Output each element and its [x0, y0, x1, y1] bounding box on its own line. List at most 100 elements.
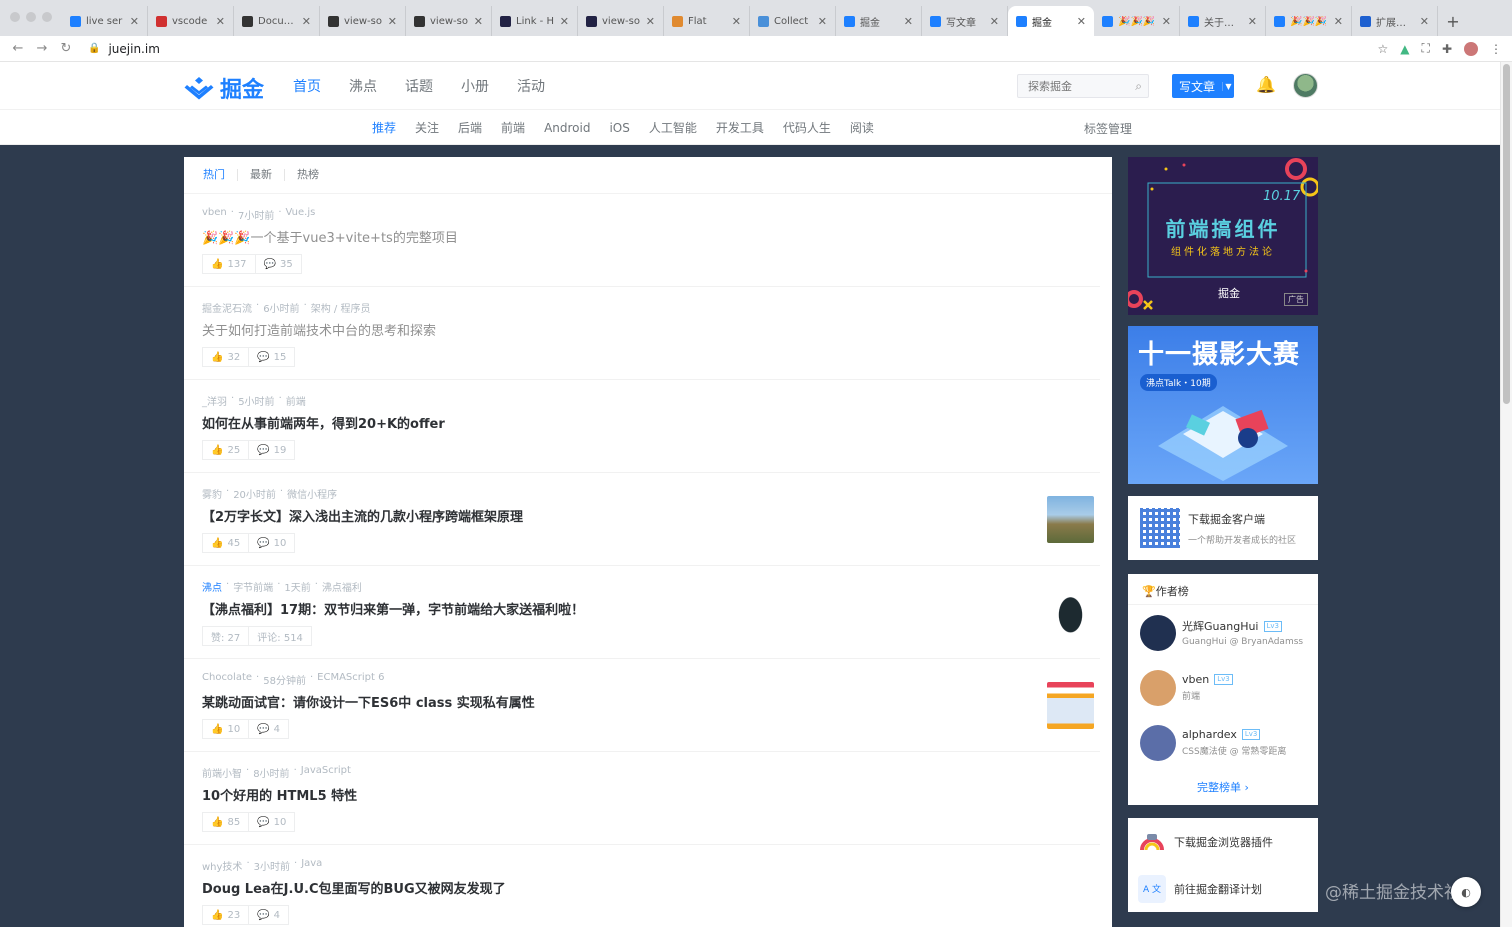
like-button[interactable]: 👍 85: [202, 812, 250, 832]
article-item[interactable]: 前端小智 · 8小时前 · JavaScript 10个好用的 HTML5 特性 👍 85 💬 1…: [184, 752, 1100, 845]
comment-button[interactable]: 💬 4: [249, 719, 290, 739]
article-author[interactable]: 前端小智: [202, 765, 242, 780]
full-ranking-link[interactable]: 完整榜单 ›: [1128, 779, 1318, 795]
floating-action-button[interactable]: ◐: [1451, 877, 1481, 907]
author-name[interactable]: 光辉GuangHui Lv3: [1182, 618, 1303, 634]
category-item[interactable]: 人工智能: [649, 119, 697, 136]
browser-tab[interactable]: 🎉🎉🎉 ✕: [1094, 6, 1180, 36]
article-author[interactable]: why技术: [202, 858, 242, 873]
url-input[interactable]: 🔒 juejin.im: [88, 39, 1328, 59]
article-tags[interactable]: 沸点福利: [322, 579, 362, 594]
comment-button[interactable]: 💬 15: [249, 347, 296, 367]
like-button[interactable]: 👍 10: [202, 719, 250, 739]
search-icon[interactable]: ⌕: [1135, 79, 1142, 94]
article-title[interactable]: 某跳动面试官：请你设计一下ES6中 class 实现私有属性: [202, 692, 1100, 711]
tag-manage-link[interactable]: 标签管理: [1084, 120, 1132, 137]
window-controls[interactable]: [10, 12, 52, 22]
category-item[interactable]: 前端: [501, 119, 525, 136]
article-author[interactable]: 沸点: [202, 579, 222, 594]
article-author[interactable]: Chocolate: [202, 672, 252, 687]
new-tab-button[interactable]: +: [1438, 6, 1468, 36]
tab-close-icon[interactable]: ✕: [560, 15, 569, 28]
browser-tab[interactable]: view-so ✕: [320, 6, 406, 36]
article-tags[interactable]: Vue.js: [286, 207, 316, 222]
page-scrollbar[interactable]: [1500, 62, 1512, 927]
browser-tab[interactable]: 掘金 ✕: [836, 6, 922, 36]
browser-tab[interactable]: Flat ✕: [664, 6, 750, 36]
author-avatar[interactable]: [1140, 724, 1176, 761]
reload-icon[interactable]: ↻: [54, 41, 78, 56]
main-nav-item[interactable]: 小册: [461, 76, 489, 96]
article-item[interactable]: _洋羽 · 5小时前 · 前端 如何在从事前端两年，得到20+K的offer 👍 25 💬 19: [184, 380, 1100, 473]
feed-sort-tab[interactable]: 热榜: [285, 169, 331, 181]
article-author[interactable]: 掘金泥石流: [202, 300, 252, 315]
tab-close-icon[interactable]: ✕: [1334, 15, 1343, 28]
article-author[interactable]: vben: [202, 207, 227, 222]
article-tags[interactable]: ECMAScript 6: [317, 672, 384, 687]
article-thumbnail[interactable]: [1047, 496, 1094, 543]
author-avatar[interactable]: [1140, 614, 1176, 651]
article-tags[interactable]: Java: [301, 858, 322, 873]
main-nav-item[interactable]: 活动: [517, 76, 545, 96]
ad-banner-frontend-components[interactable]: 10.17 前端搞组件 组件化落地方法论 掘金 广告: [1128, 157, 1318, 315]
category-item[interactable]: iOS: [609, 121, 629, 135]
author-item[interactable]: 光辉GuangHui Lv3 GuangHui @ BryanAdamss: [1128, 605, 1318, 660]
browser-extension-link[interactable]: 下载掘金浏览器插件: [1128, 818, 1318, 865]
article-title[interactable]: Doug Lea在J.U.C包里面写的BUG又被网友发现了: [202, 878, 1100, 897]
browser-tab[interactable]: 写文章 ✕: [922, 6, 1008, 36]
menu-dots-icon[interactable]: ⋮: [1490, 42, 1502, 56]
browser-tab[interactable]: view-so ✕: [578, 6, 664, 36]
extensions-puzzle-icon[interactable]: ✚: [1442, 42, 1452, 56]
browser-tab[interactable]: vscode ✕: [148, 6, 234, 36]
main-nav-item[interactable]: 沸点: [349, 76, 377, 96]
profile-avatar[interactable]: [1464, 41, 1478, 56]
article-item[interactable]: 沸点 · 字节前端 · 1天前 · 沸点福利 【沸点福利】17期：双节归来第一弹，字节前端给大…: [184, 566, 1100, 659]
category-item[interactable]: 后端: [458, 119, 482, 136]
author-item[interactable]: vben Lv3 前端: [1128, 660, 1318, 715]
browser-tab[interactable]: view-so ✕: [406, 6, 492, 36]
vue-devtools-icon[interactable]: ▲: [1400, 42, 1409, 56]
search-input[interactable]: [1028, 79, 1128, 93]
forward-icon[interactable]: →: [30, 41, 54, 56]
screenshot-icon[interactable]: ⛶: [1422, 41, 1430, 56]
article-tags[interactable]: JavaScript: [301, 765, 351, 780]
category-item[interactable]: 开发工具: [716, 119, 764, 136]
feed-sort-tab[interactable]: 最新: [238, 169, 285, 181]
translation-plan-link[interactable]: A 文 前往掘金翻译计划: [1128, 865, 1318, 912]
juejin-logo[interactable]: 掘金: [184, 72, 264, 104]
category-item[interactable]: Android: [544, 121, 590, 135]
comment-button[interactable]: 💬 35: [255, 254, 302, 274]
browser-tab[interactable]: Docume ✕: [234, 6, 320, 36]
author-item[interactable]: alphardex Lv3 CSS魔法使 @ 常熟零距离: [1128, 715, 1318, 770]
article-author[interactable]: _洋羽: [202, 393, 227, 408]
back-icon[interactable]: ←: [6, 41, 30, 56]
article-tags[interactable]: 前端: [286, 393, 306, 408]
tab-close-icon[interactable]: ✕: [1248, 15, 1257, 28]
tab-close-icon[interactable]: ✕: [1162, 15, 1171, 28]
like-button[interactable]: 👍 32: [202, 347, 250, 367]
article-item[interactable]: 掘金泥石流 · 6小时前 · 架构 / 程序员 关于如何打造前端技术中台的思考和探索 👍 32…: [184, 287, 1100, 380]
category-item[interactable]: 关注: [415, 119, 439, 136]
article-thumbnail[interactable]: [1047, 589, 1094, 636]
author-name[interactable]: vben Lv3: [1182, 673, 1233, 686]
tab-close-icon[interactable]: ✕: [732, 15, 741, 28]
article-item[interactable]: vben · 7小时前 · Vue.js 🎉🎉🎉一个基于vue3+vite+ts的完整项目…: [184, 194, 1100, 287]
article-title[interactable]: 10个好用的 HTML5 特性: [202, 785, 1100, 804]
article-title[interactable]: 【沸点福利】17期：双节归来第一弹，字节前端给大家送福利啦！: [202, 599, 1100, 618]
tab-close-icon[interactable]: ✕: [1420, 15, 1429, 28]
article-tags[interactable]: 微信小程序: [287, 486, 337, 501]
browser-tab[interactable]: Link - H ✕: [492, 6, 578, 36]
download-app-card[interactable]: 下载掘金客户端 一个帮助开发者成长的社区: [1128, 496, 1318, 560]
tab-close-icon[interactable]: ✕: [646, 15, 655, 28]
article-item[interactable]: why技术 · 3小时前 · Java Doug Lea在J.U.C包里面写的BUG又被网…: [184, 845, 1100, 927]
comment-button[interactable]: 💬 10: [249, 812, 296, 832]
tab-close-icon[interactable]: ✕: [1077, 15, 1086, 28]
like-button[interactable]: 👍 25: [202, 440, 250, 460]
ad-banner-photo-contest[interactable]: 十一摄影大赛 沸点Talk・10期: [1128, 326, 1318, 484]
tab-close-icon[interactable]: ✕: [474, 15, 483, 28]
article-title[interactable]: 【2万字长文】深入浅出主流的几款小程序跨端框架原理: [202, 506, 1100, 525]
main-nav-item[interactable]: 首页: [293, 76, 321, 96]
tab-close-icon[interactable]: ✕: [904, 15, 913, 28]
category-item[interactable]: 阅读: [850, 119, 874, 136]
tab-close-icon[interactable]: ✕: [388, 15, 397, 28]
